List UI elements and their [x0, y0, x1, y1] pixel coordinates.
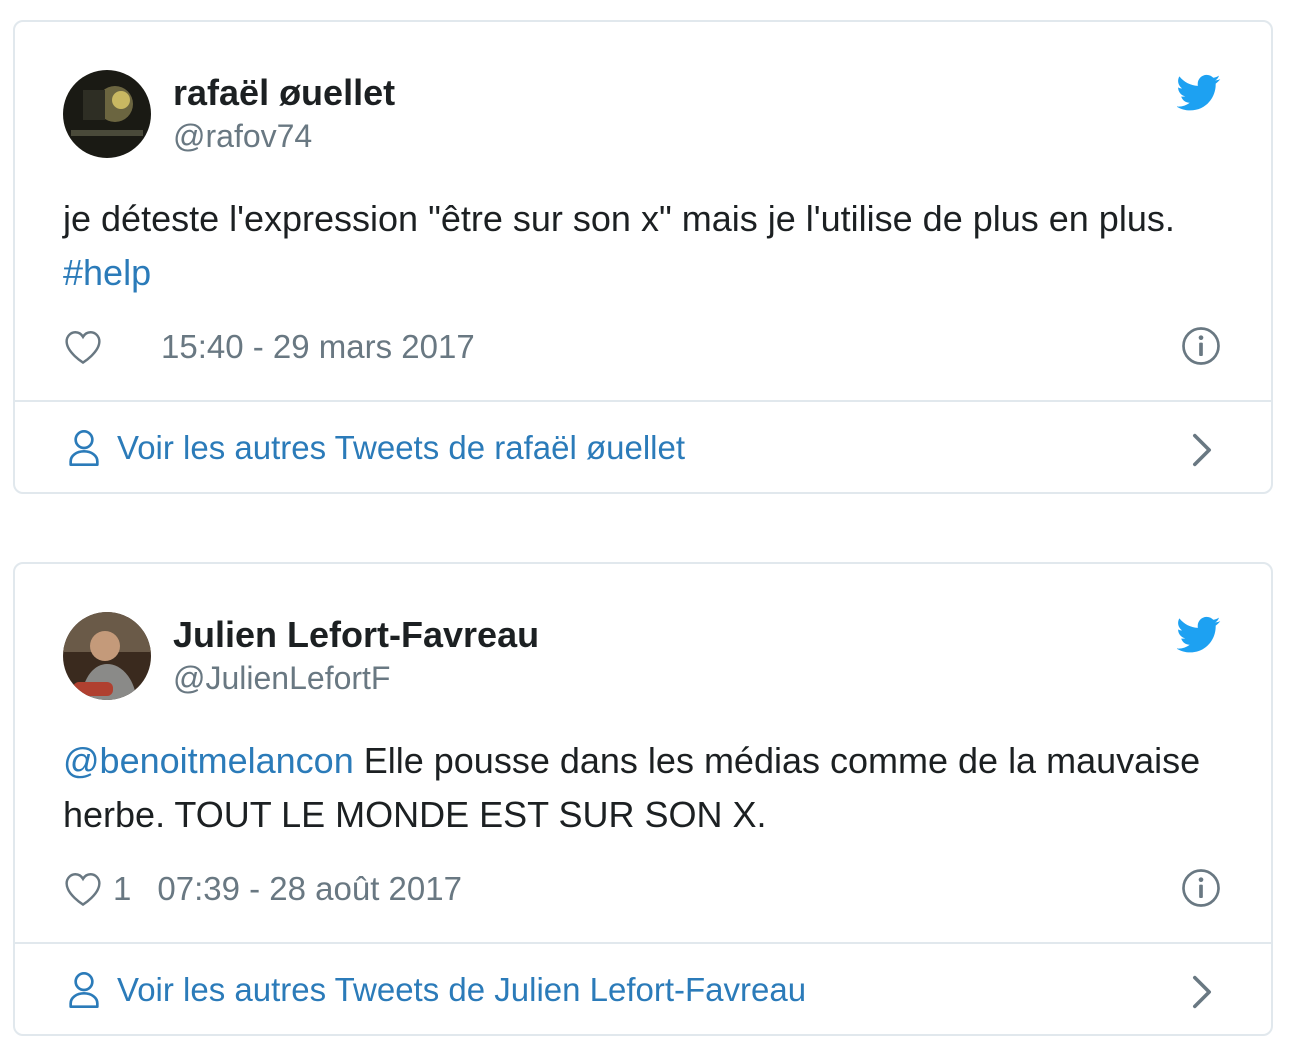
user-handle[interactable]: @JulienLefortF: [173, 657, 539, 699]
display-name[interactable]: Julien Lefort-Favreau: [173, 613, 539, 657]
hashtag-link[interactable]: #help: [63, 252, 151, 293]
tweet-text: je déteste l'expression "être sur son x"…: [63, 198, 1175, 293]
tweet-header: rafaël øuellet @rafov74: [63, 70, 395, 158]
timestamp-link[interactable]: 15:40 - 29 mars 2017: [161, 328, 475, 366]
person-icon: [69, 430, 99, 466]
view-more-tweets-link[interactable]: Voir les autres Tweets de rafaël øuellet: [67, 424, 685, 472]
twitter-bird-icon[interactable]: [1177, 616, 1221, 654]
person-icon: [69, 972, 99, 1008]
heart-icon[interactable]: [63, 329, 103, 365]
heart-icon[interactable]: [63, 871, 103, 907]
view-more-tweets-link[interactable]: Voir les autres Tweets de Julien Lefort-…: [67, 966, 806, 1014]
tweet-header: Julien Lefort-Favreau @JulienLefortF: [63, 612, 539, 700]
twitter-bird-icon[interactable]: [1177, 74, 1221, 112]
divider: [15, 400, 1271, 402]
avatar[interactable]: [63, 70, 151, 158]
tweet-meta: 15:40 - 29 mars 2017: [63, 324, 475, 370]
view-more-tweets-label[interactable]: Voir les autres Tweets de rafaël øuellet: [117, 429, 685, 467]
mention-link[interactable]: @benoitmelancon: [63, 740, 354, 781]
display-name[interactable]: rafaël øuellet: [173, 71, 395, 115]
user-handle[interactable]: @rafov74: [173, 115, 395, 157]
tweet-text: @benoitmelancon Elle pousse dans les méd…: [63, 740, 1201, 835]
divider: [15, 942, 1271, 944]
tweet-card: Julien Lefort-Favreau @JulienLefortF @be…: [13, 562, 1273, 1036]
info-icon[interactable]: [1181, 326, 1221, 366]
tweet-card: rafaël øuellet @rafov74 je déteste l'exp…: [13, 20, 1273, 494]
info-icon[interactable]: [1181, 868, 1221, 908]
view-more-tweets-label[interactable]: Voir les autres Tweets de Julien Lefort-…: [117, 971, 806, 1009]
chevron-right-icon[interactable]: [1191, 974, 1213, 1010]
timestamp-link[interactable]: 07:39 - 28 août 2017: [157, 870, 462, 908]
chevron-right-icon[interactable]: [1191, 432, 1213, 468]
avatar[interactable]: [63, 612, 151, 700]
tweet-meta: 1 07:39 - 28 août 2017: [63, 866, 462, 912]
like-count: 1: [113, 870, 132, 907]
